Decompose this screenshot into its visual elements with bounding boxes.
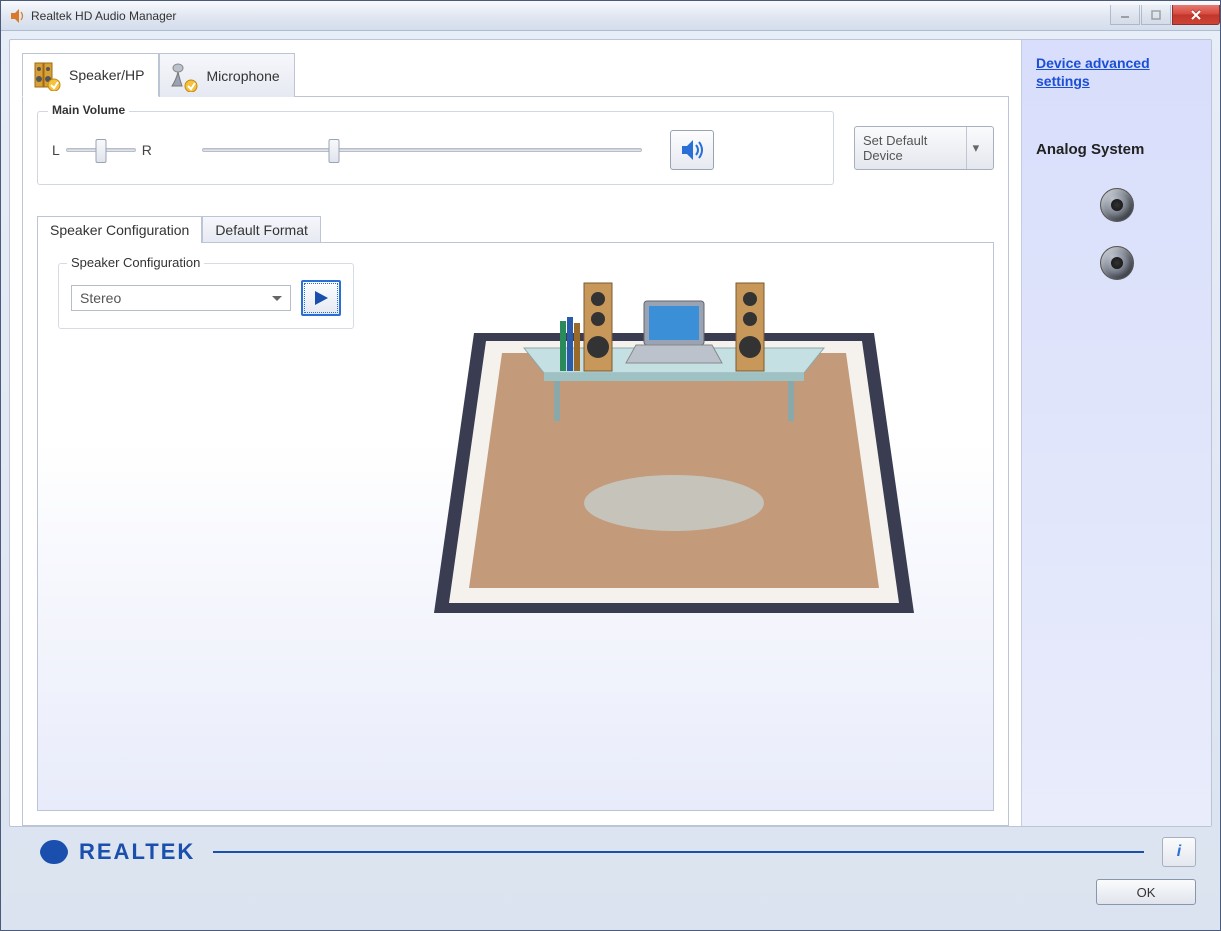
main-volume-label: Main Volume: [48, 103, 129, 117]
balance-control: L R: [52, 142, 152, 158]
device-tabs: Speaker/HP Microphone: [22, 52, 1009, 96]
titlebar: Realtek HD Audio Manager: [1, 1, 1220, 31]
left-speaker-icon: [584, 283, 612, 371]
app-icon: [9, 8, 25, 24]
tab-default-format[interactable]: Default Format: [202, 216, 321, 243]
content-area: Speaker/HP Microphone Main Volume: [9, 39, 1212, 827]
main-volume-group: Main Volume L R: [37, 111, 834, 185]
info-button[interactable]: i: [1162, 837, 1196, 867]
window-body: Speaker/HP Microphone Main Volume: [1, 31, 1220, 930]
speaker-icon: [31, 59, 63, 91]
play-test-button[interactable]: [301, 280, 341, 316]
tab-microphone[interactable]: Microphone: [159, 53, 294, 97]
close-button[interactable]: [1172, 5, 1220, 25]
right-speaker-icon: [736, 283, 764, 371]
side-panel: Device advanced settings Analog System: [1021, 40, 1211, 826]
jack-list: [1036, 188, 1197, 280]
window-title: Realtek HD Audio Manager: [31, 9, 1109, 23]
volume-row: Main Volume L R: [37, 111, 994, 185]
balance-right-label: R: [142, 142, 152, 158]
minimize-button[interactable]: [1110, 5, 1140, 25]
footer: REALTEK i OK: [9, 827, 1212, 922]
tab-default-format-label: Default Format: [215, 222, 308, 238]
volume-controls: L R: [52, 130, 819, 170]
speaker-configuration-group-label: Speaker Configuration: [67, 255, 204, 270]
analog-jack-1[interactable]: [1100, 188, 1134, 222]
room-illustration: [374, 263, 973, 790]
mute-button[interactable]: [670, 130, 714, 170]
app-window: Realtek HD Audio Manager Speaker/HP: [0, 0, 1221, 931]
tab-speaker-configuration[interactable]: Speaker Configuration: [37, 216, 202, 243]
window-controls: [1109, 5, 1220, 26]
balance-slider-thumb[interactable]: [95, 139, 106, 163]
info-icon: i: [1177, 843, 1181, 861]
analog-jack-2[interactable]: [1100, 246, 1134, 280]
tab-speaker-configuration-label: Speaker Configuration: [50, 222, 189, 238]
balance-left-label: L: [52, 142, 60, 158]
realtek-logo-icon: [37, 838, 71, 866]
analog-system-label: Analog System: [1036, 141, 1197, 158]
main-inner: Main Volume L R: [22, 96, 1009, 826]
config-tabs: Speaker Configuration Default Format: [37, 215, 994, 242]
speaker-configuration-selected: Stereo: [80, 290, 121, 306]
speaker-configuration-dropdown[interactable]: Stereo: [71, 285, 291, 311]
play-icon: [312, 289, 330, 307]
laptop-icon: [626, 301, 722, 363]
tab-speaker-label: Speaker/HP: [69, 67, 144, 83]
chevron-down-icon[interactable]: ▾: [966, 127, 985, 169]
brand-row: REALTEK i: [37, 837, 1196, 867]
sound-icon: [679, 137, 705, 163]
volume-slider-thumb[interactable]: [329, 139, 340, 163]
set-default-device-label: Set Default Device: [863, 133, 966, 163]
microphone-icon: [168, 60, 200, 92]
maximize-button[interactable]: [1141, 5, 1171, 25]
config-body: Speaker Configuration Stereo: [37, 242, 994, 811]
brand-divider: [213, 851, 1144, 853]
books-icon: [560, 317, 580, 371]
set-default-device-button[interactable]: Set Default Device ▾: [854, 126, 994, 170]
tab-microphone-label: Microphone: [206, 68, 279, 84]
main-panel: Speaker/HP Microphone Main Volume: [10, 40, 1021, 826]
device-advanced-settings-link[interactable]: Device advanced settings: [1036, 54, 1197, 90]
tab-speaker[interactable]: Speaker/HP: [22, 53, 159, 97]
ok-row: OK: [37, 879, 1196, 905]
balance-slider[interactable]: [66, 148, 136, 152]
volume-slider[interactable]: [202, 148, 642, 152]
brand-name: REALTEK: [79, 839, 195, 865]
ok-button[interactable]: OK: [1096, 879, 1196, 905]
speaker-configuration-group: Speaker Configuration Stereo: [58, 263, 354, 329]
